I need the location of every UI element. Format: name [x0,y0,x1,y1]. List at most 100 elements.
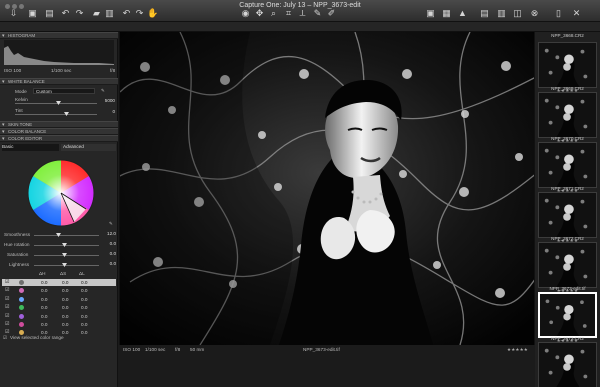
lightness-knob[interactable] [62,263,67,267]
warning-icon[interactable]: ▲ [457,8,468,18]
filmstrip-thumbnail[interactable] [538,342,597,387]
rotate-right-icon[interactable]: ↷ [74,8,85,18]
delta-s-value: 0.0 [62,296,69,302]
color-swatch[interactable] [19,280,24,285]
view-selected-checkbox[interactable]: ☑ [3,335,7,341]
color-wheel[interactable] [27,159,95,227]
info-icon[interactable]: ▣ [425,8,436,18]
skin-tone-section-header[interactable]: SKIN TONE [0,121,118,128]
browser-icon[interactable]: ▣ [27,8,38,18]
rotate-left-icon[interactable]: ↶ [60,8,71,18]
saturation-knob[interactable] [62,253,67,257]
mode-select[interactable]: Custom [33,88,95,94]
crop-tool-icon[interactable]: ⌗ [283,8,294,18]
viewer-status-bar: ISO 100 1/100 sec f/8 50 mm NPP_3673-edi… [119,345,535,355]
hue-rotation-knob[interactable] [62,243,67,247]
enable-checkbox-icon[interactable]: ☑ [5,279,9,285]
tint-value[interactable]: 0 [103,109,115,115]
enable-checkbox-icon[interactable]: ☑ [5,313,9,319]
thumbnail-image [539,343,596,387]
hue-rotation-slider[interactable] [34,243,99,247]
tint-slider-knob[interactable] [64,112,69,116]
camera-icon[interactable]: ◫ [512,8,523,18]
enable-checkbox-icon[interactable]: ☑ [5,296,9,302]
enable-checkbox-icon[interactable]: ☑ [5,287,9,293]
import-icon[interactable]: ⇩ [8,8,19,18]
color-picker-icon[interactable]: ✎ [109,221,113,227]
redo-icon[interactable]: ↷ [134,8,145,18]
hue-rotation-label: Hue rotation [4,242,30,247]
color-range-row[interactable]: ☑ 0.0 0.0 0.0 [2,287,116,294]
color-range-row[interactable]: ☑ 0.0 0.0 0.0 [2,313,116,320]
delta-s-value: 0.0 [62,280,69,285]
delta-h-value: 0.0 [41,280,48,285]
main-photo[interactable] [120,32,535,345]
status-rating-stars[interactable]: ★★★★★ [507,347,528,353]
color-range-row[interactable]: ☑ 0.0 0.0 0.0 [2,304,116,311]
grid-icon[interactable]: ▦ [441,8,452,18]
lightness-slider[interactable] [34,263,99,267]
delete-icon[interactable]: ▥ [104,8,115,18]
delta-h-value: 0.0 [41,322,48,327]
kelvin-value[interactable]: 5000 [103,98,115,104]
folder-icon[interactable]: ▰ [91,8,102,18]
histogram-aperture: f/8 [110,68,116,73]
thumbnail-image [539,143,596,187]
kelvin-slider[interactable] [15,101,97,105]
filmstrip-thumbnail[interactable] [538,242,597,288]
color-range-row[interactable]: ☑ 0.0 0.0 0.0 [2,296,116,303]
status-filename: NPP_3673-edit.tif [303,347,340,352]
color-swatch[interactable] [19,288,24,294]
thumbnail-filename: NPP_3673-edit.tif [549,286,586,291]
smoothness-knob[interactable] [56,233,61,237]
reset-icon[interactable]: ⊗ [529,8,540,18]
advanced-tab[interactable]: Advanced [61,144,116,151]
kelvin-slider-knob[interactable] [56,101,61,105]
basic-tab[interactable]: Basic [2,144,59,151]
color-range-row[interactable]: ☑ 0.0 0.0 0.0 [2,279,116,286]
delta-l-value: 0.0 [81,296,88,302]
enable-checkbox-icon[interactable]: ☑ [5,304,9,310]
filmstrip-thumbnail[interactable] [538,92,597,138]
histogram-section-header[interactable]: HISTOGRAM [0,32,118,39]
straighten-tool-icon[interactable]: ⟂ [297,8,308,18]
smoothness-slider[interactable] [34,233,99,237]
enable-checkbox-icon[interactable]: ☑ [5,321,9,327]
hand-icon[interactable]: ✋ [147,8,158,18]
delta-h-value: 0.0 [41,288,48,294]
delta-s-value: 0.0 [62,305,69,311]
color-range-row[interactable]: ☑ 0.0 0.0 0.0 [2,321,116,328]
color-swatch[interactable] [19,322,24,327]
filmstrip-thumbnail[interactable] [538,292,597,338]
image-viewer[interactable] [119,32,535,345]
sidebar-left-icon[interactable]: ▯ [553,8,564,18]
white-balance-section-header[interactable]: WHITE BALANCE [0,78,118,85]
viewer-icon[interactable]: ▤ [44,8,55,18]
tools-icon[interactable]: ✕ [571,8,582,18]
brush-tool-icon[interactable]: ✐ [326,8,337,18]
saturation-slider[interactable] [34,253,99,257]
smoothness-value[interactable]: 12.0 [104,231,116,237]
filmstrip-thumbnail[interactable] [538,42,597,88]
pan-tool-icon[interactable]: ✥ [254,8,265,18]
color-balance-section-header[interactable]: COLOR BALANCE [0,128,118,135]
filmstrip-thumbnail[interactable] [538,192,597,238]
saturation-value[interactable]: 0.0 [104,251,116,257]
apply-adjustments-icon[interactable]: ▥ [496,8,507,18]
picker-icon[interactable]: ✎ [101,88,105,94]
tint-slider[interactable] [15,112,97,116]
hue-rotation-value[interactable]: 0.0 [104,241,116,247]
color-swatch[interactable] [19,313,24,319]
color-swatch[interactable] [19,305,24,311]
filmstrip-thumbnail[interactable] [538,142,597,188]
delta-l-value: 0.0 [81,313,88,319]
color-swatch[interactable] [19,296,24,302]
undo-icon[interactable]: ↶ [121,8,132,18]
copy-adjustments-icon[interactable]: ▤ [479,8,490,18]
lightness-value[interactable]: 0.0 [104,261,116,267]
color-editor-section-header[interactable]: COLOR EDITOR [0,135,118,142]
zoom-tool-icon[interactable]: ⌕ [268,8,279,18]
thumbnail-filename: NPP_3672.CR2 [551,236,584,241]
picker-tool-icon[interactable]: ✎ [312,8,323,18]
cursor-tool-icon[interactable]: ◉ [240,8,251,18]
